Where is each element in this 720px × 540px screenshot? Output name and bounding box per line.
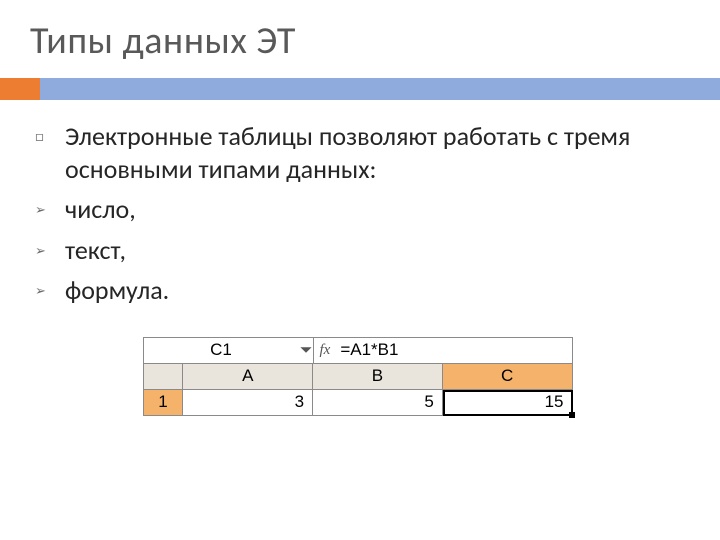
dropdown-icon [299, 343, 313, 357]
bullet-intro: Электронные таблицы позволяют работать с… [35, 120, 680, 185]
slide: Типы данных ЭТ Электронные таблицы позво… [0, 0, 720, 540]
bullet-item: число, [35, 193, 680, 226]
column-header-row: A B C [144, 364, 573, 390]
formula-bar[interactable]: fx =A1*B1 [314, 338, 573, 364]
accent-orange [0, 78, 40, 100]
bullet-triangle-icon [35, 193, 65, 219]
title-area: Типы данных ЭТ [0, 0, 720, 72]
cell-b1[interactable]: 5 [313, 390, 443, 416]
item-text: число, [65, 193, 136, 226]
item-text: формула. [65, 274, 169, 307]
bullet-item: формула. [35, 274, 680, 307]
bullet-item: текст, [35, 234, 680, 267]
intro-text: Электронные таблицы позволяют работать с… [65, 120, 680, 185]
excel-screenshot: C1 fx =A1*B1 A B C 1 3 5 15 [143, 337, 573, 416]
bullet-triangle-icon [35, 234, 65, 260]
item-text: текст, [65, 234, 126, 267]
slide-title: Типы данных ЭТ [30, 18, 690, 64]
column-header-c[interactable]: C [443, 364, 573, 390]
name-box[interactable]: C1 [144, 338, 314, 364]
body-area: Электронные таблицы позволяют работать с… [0, 100, 720, 416]
bullet-triangle-icon [35, 274, 65, 300]
fx-label: fx [320, 342, 331, 359]
bullet-square-icon [35, 120, 65, 146]
accent-band [0, 78, 720, 100]
cell-a1[interactable]: 3 [183, 390, 313, 416]
cell-c1[interactable]: 15 [443, 390, 573, 416]
accent-blue [40, 78, 720, 100]
data-row: 1 3 5 15 [144, 390, 573, 416]
name-box-value: C1 [144, 340, 299, 360]
formula-text: =A1*B1 [340, 340, 398, 360]
select-all-corner[interactable] [144, 364, 184, 390]
column-header-a[interactable]: A [183, 364, 313, 390]
formula-bar-row: C1 fx =A1*B1 [144, 338, 573, 364]
column-header-b[interactable]: B [313, 364, 443, 390]
row-header-1[interactable]: 1 [144, 390, 184, 416]
